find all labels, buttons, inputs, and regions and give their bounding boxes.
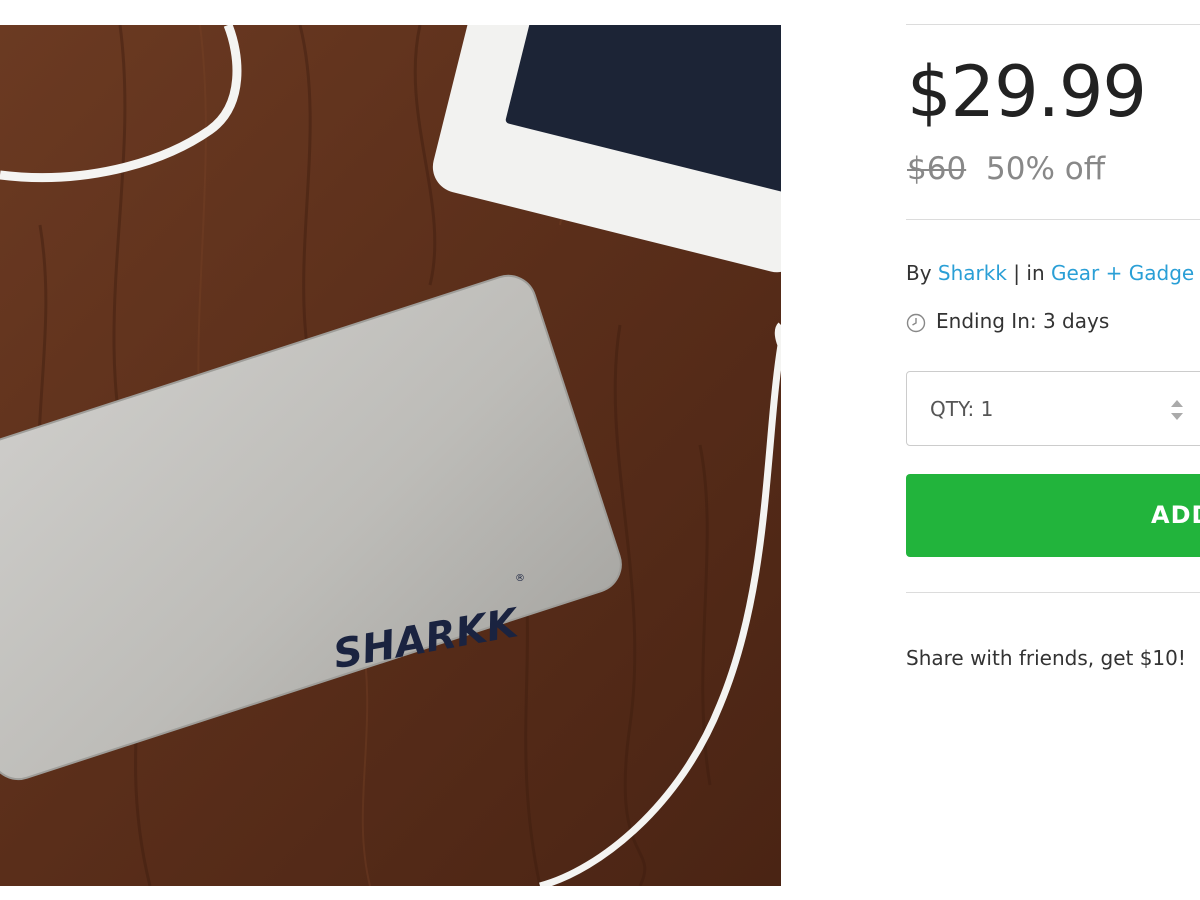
up-down-stepper-icon[interactable] [1169,396,1185,424]
original-price: $60 [907,151,967,187]
product-photo: SHARKK ® [0,25,781,886]
share-text: Share with friends, get $10! [906,646,1186,670]
purchase-panel: $29.99 $60 50% off By Sharkk | in Gear +… [906,0,1200,900]
price-comparison: $60 50% off [907,150,1105,188]
svg-text:®: ® [515,573,525,584]
add-to-cart-button[interactable]: ADD [906,474,1200,557]
price-divider [906,219,1200,220]
button-divider [906,592,1200,593]
sale-price: $29.99 [907,51,1147,133]
by-label: By [906,261,932,285]
discount-label: 50% off [986,151,1106,187]
quantity-value: QTY: 1 [930,397,994,421]
ending-text: Ending In: 3 days [936,309,1110,333]
product-image[interactable]: SHARKK ® [0,25,781,886]
ending-row: Ending In: 3 days [906,306,1109,336]
product-page: SHARKK ® $29.99 $60 50% off By Sharkk | … [0,0,1200,900]
category-link[interactable]: Gear + Gadge [1051,261,1194,285]
quantity-select[interactable]: QTY: 1 [906,371,1200,446]
vendor-link[interactable]: Sharkk [938,261,1007,285]
clock-icon [906,311,926,333]
top-divider [906,24,1200,25]
in-label: in [1026,261,1045,285]
vendor-row: By Sharkk | in Gear + Gadge [906,258,1194,288]
meta-separator: | [1013,261,1021,285]
